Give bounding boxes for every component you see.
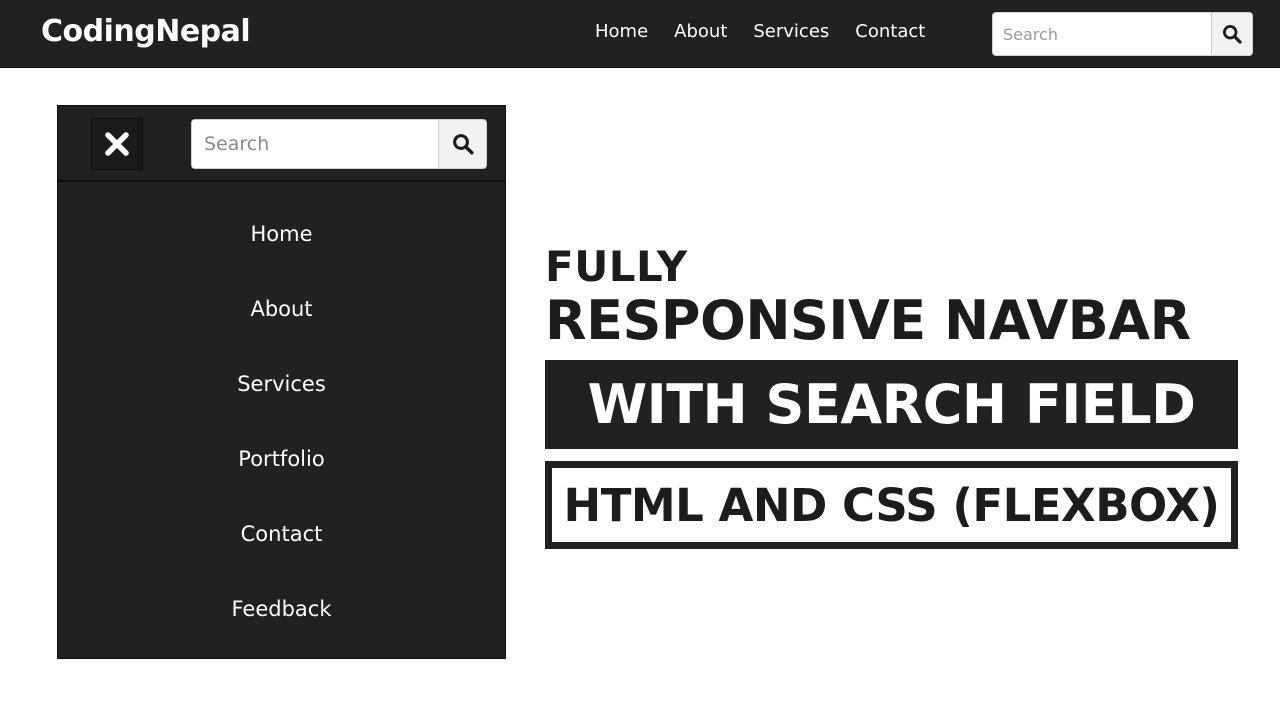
headline-line-html-css: HTML AND CSS (FLEXBOX)	[563, 478, 1220, 532]
mobile-search-box	[191, 119, 487, 169]
headline-banner-inner: HTML AND CSS (FLEXBOX)	[552, 468, 1231, 542]
nav-link-about[interactable]: About	[674, 21, 727, 42]
mobile-link-home[interactable]: Home	[58, 196, 505, 271]
mobile-link-portfolio[interactable]: Portfolio	[58, 421, 505, 496]
top-search-input[interactable]	[993, 13, 1211, 55]
top-search-box	[992, 12, 1253, 56]
nav-link-home[interactable]: Home	[595, 21, 648, 42]
headline-line-fully: FULLY	[545, 242, 688, 291]
mobile-menu-panel: Home About Services Portfolio Contact Fe…	[57, 105, 506, 659]
mobile-link-services[interactable]: Services	[58, 346, 505, 421]
top-navbar: CodingNepal Home About Services Contact	[0, 0, 1280, 68]
nav-link-services[interactable]: Services	[753, 21, 829, 42]
search-icon	[452, 134, 474, 155]
headline-banner-dark: WITH SEARCH FIELD	[545, 360, 1238, 449]
search-icon	[1222, 24, 1242, 44]
close-button[interactable]	[91, 118, 143, 170]
mobile-link-feedback[interactable]: Feedback	[58, 571, 505, 646]
headline-banner-outlined: HTML AND CSS (FLEXBOX)	[545, 461, 1238, 549]
mobile-menu-header	[58, 106, 505, 182]
headline-line-responsive-navbar: RESPONSIVE NAVBAR	[545, 289, 1191, 352]
top-nav-links: Home About Services Contact	[595, 21, 925, 42]
mobile-link-about[interactable]: About	[58, 271, 505, 346]
close-icon	[105, 132, 129, 156]
top-search-button[interactable]	[1211, 13, 1252, 55]
nav-link-contact[interactable]: Contact	[855, 21, 925, 42]
headline-line-search-field: WITH SEARCH FIELD	[587, 373, 1196, 436]
mobile-nav-links: Home About Services Portfolio Contact Fe…	[58, 196, 505, 646]
mobile-link-contact[interactable]: Contact	[58, 496, 505, 571]
brand-logo[interactable]: CodingNepal	[41, 14, 251, 49]
mobile-search-input[interactable]	[192, 120, 438, 168]
mobile-search-button[interactable]	[438, 120, 486, 168]
